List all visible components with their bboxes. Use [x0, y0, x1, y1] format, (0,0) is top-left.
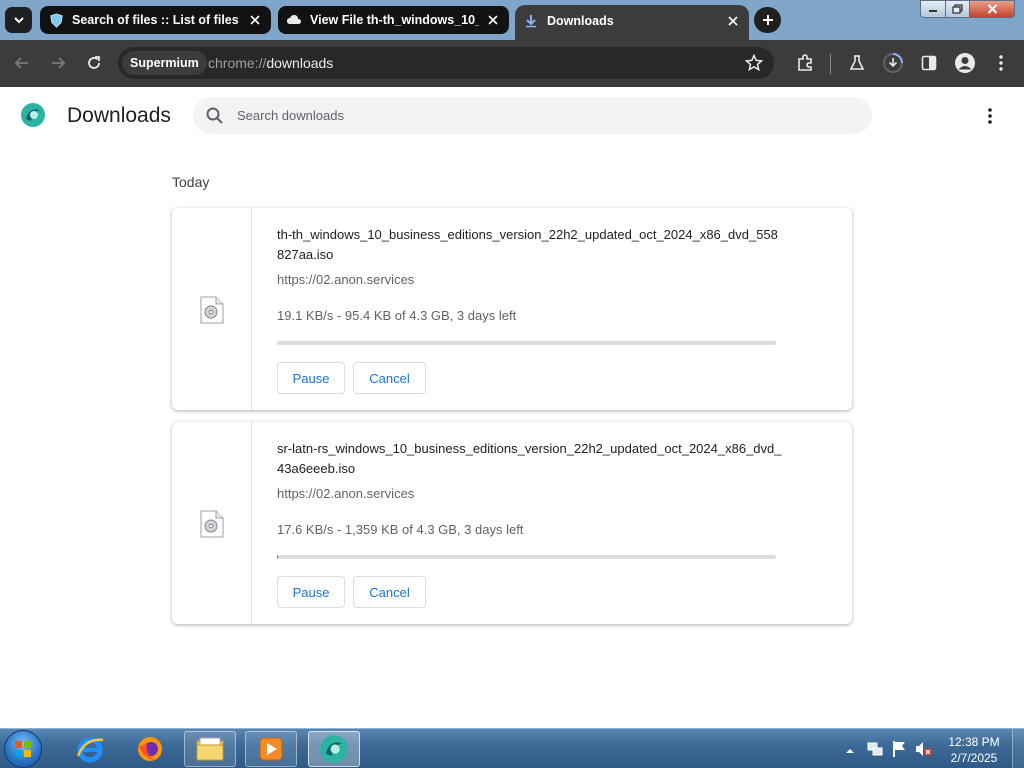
cancel-button[interactable]: Cancel — [353, 362, 426, 394]
system-clock[interactable]: 12:38 PM 2/7/2025 — [946, 734, 1002, 766]
file-icon — [200, 510, 224, 538]
search-input[interactable] — [237, 97, 857, 134]
chevron-down-icon — [13, 17, 24, 24]
file-name[interactable]: sr-latn-rs_windows_10_business_editions_… — [277, 439, 782, 479]
internet-explorer-icon — [76, 737, 104, 763]
page-menu-button[interactable] — [978, 104, 1002, 128]
firefox-icon — [138, 737, 162, 761]
network-icon[interactable] — [866, 740, 884, 763]
taskbar-internet-explorer[interactable] — [64, 731, 116, 767]
taskbar-firefox[interactable] — [124, 731, 176, 767]
file-icon-column — [172, 208, 252, 410]
download-item: sr-latn-rs_windows_10_business_editions_… — [172, 422, 852, 624]
cancel-button[interactable]: Cancel — [353, 576, 426, 608]
downloads-toolbar-button[interactable] — [880, 50, 906, 76]
puzzle-icon — [798, 54, 812, 71]
url-path: downloads — [266, 55, 334, 71]
file-name[interactable]: th-th_windows_10_business_editions_versi… — [277, 225, 782, 265]
new-tab-button[interactable] — [754, 7, 781, 33]
more-vert-icon — [988, 108, 992, 124]
extensions-button[interactable] — [792, 50, 818, 76]
restore-icon — [952, 4, 963, 14]
reload-icon — [88, 56, 100, 69]
pause-button[interactable]: Pause — [277, 576, 345, 608]
url-scheme: chrome:// — [208, 55, 267, 71]
download-item: th-th_windows_10_business_editions_versi… — [172, 208, 852, 410]
reload-button[interactable] — [81, 50, 107, 76]
browser-chip[interactable]: Supermium — [122, 51, 207, 75]
download-progress-icon — [883, 53, 903, 73]
tab-downloads[interactable]: Downloads — [515, 5, 749, 40]
taskbar: 12:38 PM 2/7/2025 — [0, 728, 1024, 768]
taskbar-media-player[interactable] — [245, 731, 297, 767]
volume-muted-icon[interactable] — [914, 740, 932, 763]
tab-search-button[interactable] — [5, 7, 32, 33]
close-icon[interactable] — [247, 12, 263, 28]
pause-button[interactable]: Pause — [277, 362, 345, 394]
tab-search-of-files[interactable]: Search of files :: List of files by — [40, 6, 271, 34]
source-url[interactable]: https://02.anon.services — [277, 486, 414, 501]
side-panel-button[interactable] — [916, 50, 942, 76]
download-status: 19.1 KB/s - 95.4 KB of 4.3 GB, 3 days le… — [277, 308, 517, 323]
restore-button[interactable] — [945, 0, 970, 18]
toolbar-divider — [830, 54, 831, 74]
file-explorer-icon — [196, 737, 224, 761]
forward-arrow-icon — [52, 57, 66, 69]
progress-bar — [277, 555, 776, 559]
download-favicon-icon — [523, 13, 539, 29]
action-center-flag-icon[interactable] — [891, 740, 907, 763]
flask-icon — [849, 55, 865, 70]
page-title: Downloads — [67, 104, 171, 127]
profile-button[interactable] — [952, 50, 978, 76]
address-bar[interactable]: Supermium chrome://downloads — [118, 47, 774, 79]
tab-view-file[interactable]: View File th-th_windows_10_bu — [278, 6, 509, 34]
tab-strip: Search of files :: List of files by View… — [0, 0, 1024, 40]
start-button[interactable] — [4, 730, 42, 768]
more-vert-icon — [999, 55, 1003, 71]
browser-menu-button[interactable] — [988, 50, 1014, 76]
avatar-icon — [955, 53, 975, 73]
tray-expand-icon[interactable] — [845, 743, 855, 761]
windows-logo-icon — [15, 741, 31, 757]
plus-icon — [762, 15, 773, 25]
show-desktop-button[interactable] — [1012, 729, 1024, 768]
supermium-icon — [320, 735, 348, 763]
tab-title: Downloads — [547, 13, 614, 28]
close-window-button[interactable] — [969, 0, 1015, 18]
labs-button[interactable] — [844, 50, 870, 76]
back-arrow-icon — [14, 57, 28, 69]
tab-title: Search of files :: List of files by — [72, 13, 241, 27]
forward-button[interactable] — [45, 50, 71, 76]
side-panel-icon — [921, 55, 937, 71]
media-player-icon — [259, 737, 283, 761]
tab-title: View File th-th_windows_10_bu — [310, 13, 479, 27]
minimize-icon — [929, 10, 937, 12]
bookmark-star-icon[interactable] — [744, 53, 764, 73]
download-status: 17.6 KB/s - 1,359 KB of 4.3 GB, 3 days l… — [277, 522, 524, 537]
close-icon[interactable] — [725, 13, 741, 29]
shield-favicon-icon — [48, 12, 64, 28]
url-text[interactable]: chrome://downloads — [208, 55, 333, 71]
date-group-label: Today — [172, 174, 210, 190]
browser-toolbar: Supermium chrome://downloads — [0, 40, 1024, 87]
taskbar-file-explorer[interactable] — [184, 731, 236, 767]
file-icon — [200, 296, 224, 324]
search-icon — [206, 107, 223, 124]
close-icon[interactable] — [485, 12, 501, 28]
source-url[interactable]: https://02.anon.services — [277, 272, 414, 287]
clock-time: 12:38 PM — [948, 735, 1000, 749]
taskbar-supermium[interactable] — [308, 731, 360, 767]
back-button[interactable] — [9, 50, 35, 76]
clock-date: 2/7/2025 — [950, 751, 998, 765]
close-icon — [987, 4, 997, 14]
search-bar[interactable] — [193, 97, 872, 134]
minimize-button[interactable] — [920, 0, 946, 18]
cloud-favicon-icon — [286, 12, 302, 28]
supermium-logo-icon — [20, 102, 46, 128]
file-icon-column — [172, 422, 252, 624]
progress-bar — [277, 341, 776, 345]
